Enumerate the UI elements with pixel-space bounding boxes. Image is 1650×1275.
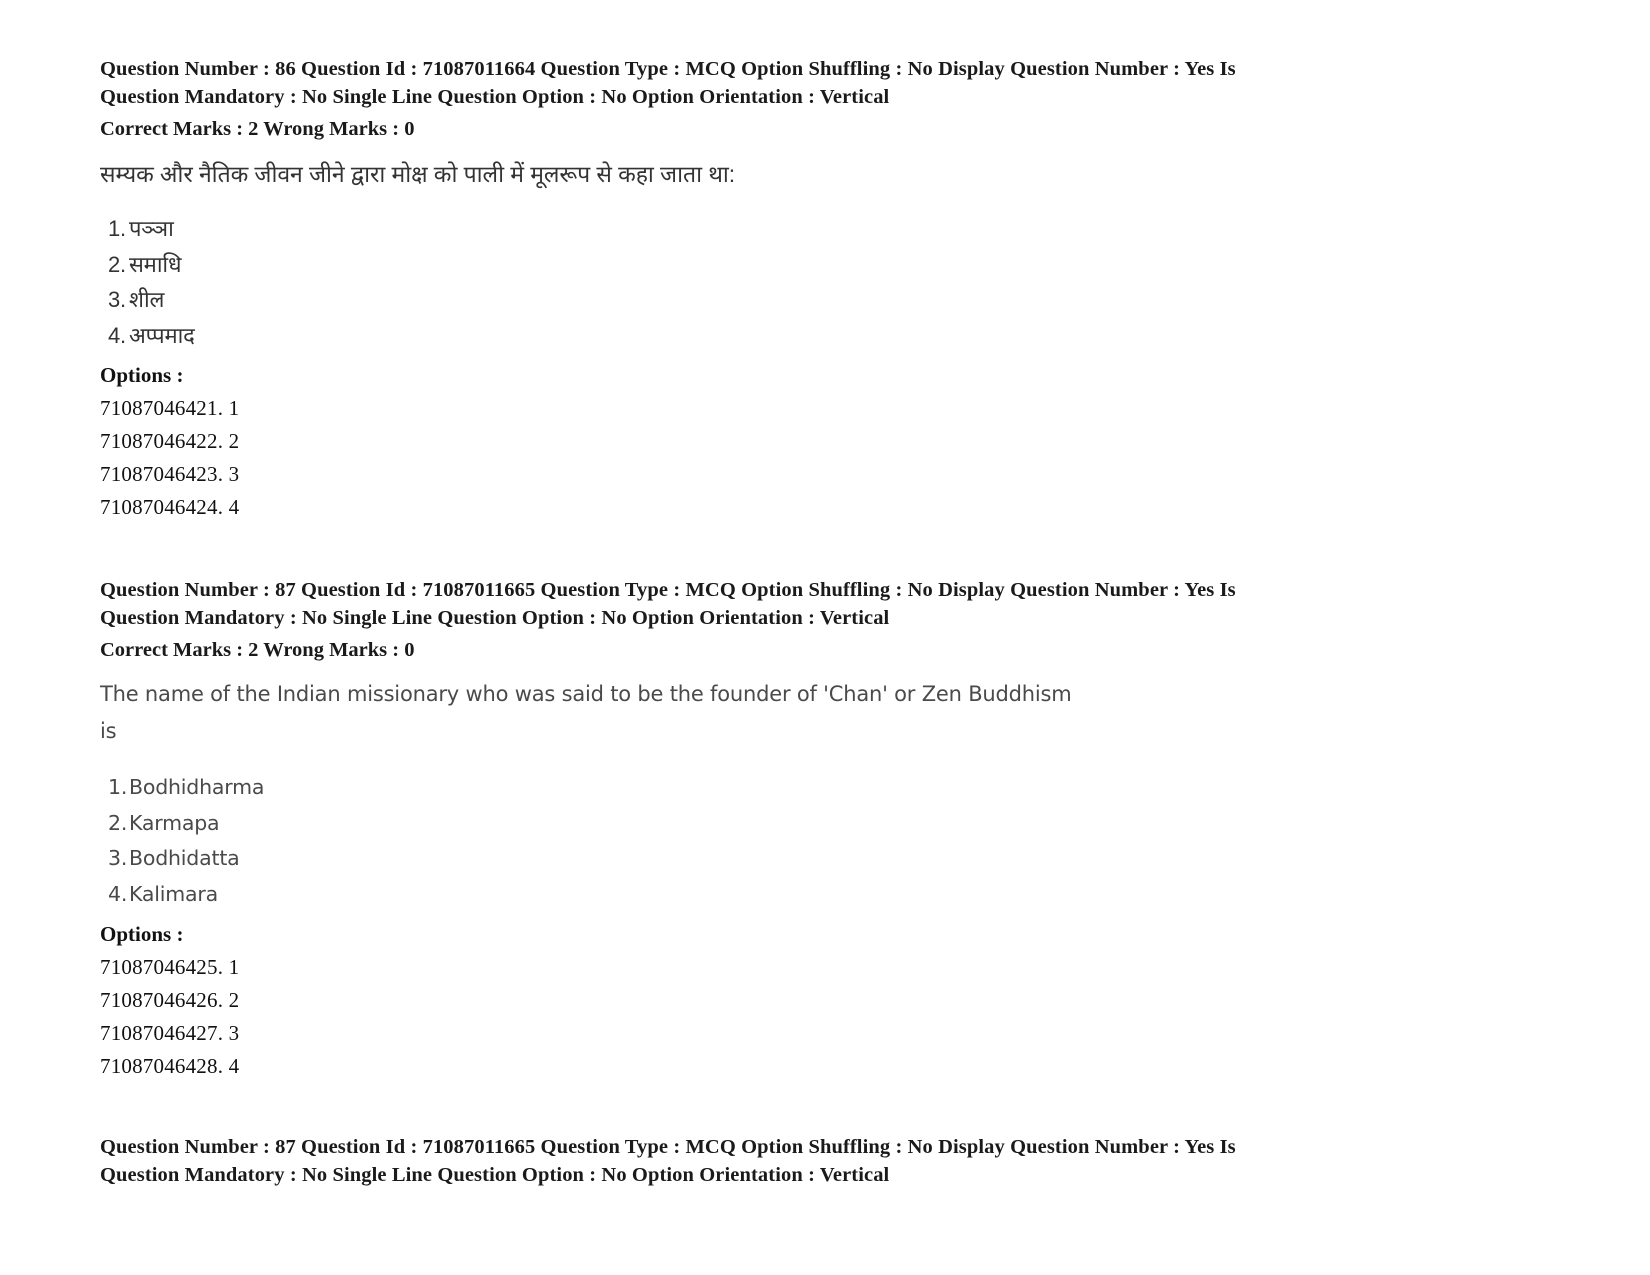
- option-id-row: 71087046427. 3: [100, 1021, 240, 1045]
- question-metadata-line-2: Question Mandatory : No Single Line Ques…: [100, 607, 890, 629]
- choice-label: अप्पमाद: [129, 322, 195, 348]
- document-page: Question Number : 86 Question Id : 71087…: [0, 0, 1650, 1275]
- footer-metadata-line-1: Question Number : 87 Question Id : 71087…: [100, 1136, 1236, 1158]
- question-text-line: सम्यक और नैतिक जीवन जीने द्वारा मोक्ष को…: [100, 161, 736, 187]
- choice-label: Karmapa: [129, 810, 220, 835]
- choice-item[interactable]: 1.Bodhidharma: [100, 770, 1550, 806]
- option-id-row: 71087046423. 3: [100, 462, 240, 486]
- choice-item[interactable]: 4.Kalimara: [100, 877, 1550, 913]
- choice-number: 2.: [108, 810, 128, 835]
- choice-item[interactable]: 4. अप्पमाद: [100, 318, 1550, 354]
- choice-label: समाधि: [129, 251, 182, 277]
- choice-item[interactable]: 2. समाधि: [100, 247, 1550, 283]
- choice-number: 3.: [108, 846, 128, 870]
- choice-list-87: 1.Bodhidharma 2.Karmapa 3.Bodhidatta 4.K…: [100, 770, 1550, 912]
- option-id-row: 71087046422. 2: [100, 429, 240, 453]
- choice-number: 4.: [108, 322, 126, 348]
- option-id-row: 71087046421. 1: [100, 396, 240, 420]
- option-id-list-87: 71087046425. 1 71087046426. 2 7108704642…: [100, 951, 1550, 1083]
- question-metadata-86: Question Number : 86 Question Id : 71087…: [100, 55, 1420, 111]
- question-separator: [100, 524, 1550, 576]
- option-id-list-86: 71087046421. 1 71087046422. 2 7108704642…: [100, 392, 1550, 524]
- option-id-row: 71087046426. 2: [100, 988, 240, 1012]
- choice-label: Kalimara: [129, 881, 218, 906]
- option-id-row: 71087046424. 4: [100, 495, 240, 519]
- option-id-row: 71087046428. 4: [100, 1054, 240, 1078]
- choice-label: पञ्ञा: [129, 216, 174, 241]
- footer-separator: [100, 1083, 1550, 1133]
- choice-number: 2.: [108, 251, 126, 277]
- choice-label: Bodhidharma: [129, 775, 265, 799]
- footer-question-metadata: Question Number : 87 Question Id : 71087…: [100, 1133, 1420, 1189]
- question-metadata-87: Question Number : 87 Question Id : 71087…: [100, 576, 1420, 632]
- question-block-87: Question Number : 87 Question Id : 71087…: [100, 576, 1550, 1083]
- marks-line-87: Correct Marks : 2 Wrong Marks : 0: [100, 639, 415, 661]
- choice-item[interactable]: 3. शील: [100, 282, 1550, 318]
- question-metadata-line-1: Question Number : 87 Question Id : 71087…: [100, 579, 1236, 601]
- question-metadata-line-1: Question Number : 86 Question Id : 71087…: [100, 58, 1236, 80]
- choice-number: 1.: [108, 216, 126, 241]
- choice-number: 1.: [108, 775, 128, 799]
- question-text-87: The name of the Indian missionary who wa…: [100, 676, 1550, 750]
- choice-label: शील: [129, 287, 165, 312]
- choice-item[interactable]: 1. पञ्ञा: [100, 211, 1550, 247]
- choice-list-86: 1. पञ्ञा 2. समाधि 3. शील 4. अप्पमाद: [100, 211, 1550, 353]
- option-id-row: 71087046425. 1: [100, 955, 240, 979]
- choice-number: 4.: [108, 881, 128, 906]
- marks-line-86: Correct Marks : 2 Wrong Marks : 0: [100, 118, 415, 140]
- choice-label: Bodhidatta: [129, 846, 240, 870]
- choice-item[interactable]: 2.Karmapa: [100, 806, 1550, 842]
- choice-item[interactable]: 3.Bodhidatta: [100, 841, 1550, 877]
- options-label-87: Options :: [100, 922, 184, 946]
- options-label-86: Options :: [100, 363, 184, 387]
- footer-metadata-line-2: Question Mandatory : No Single Line Ques…: [100, 1164, 890, 1186]
- question-text-line: The name of the Indian missionary who wa…: [100, 682, 1072, 706]
- question-block-86: Question Number : 86 Question Id : 71087…: [100, 55, 1550, 524]
- question-text-line: is: [100, 719, 117, 743]
- question-metadata-line-2: Question Mandatory : No Single Line Ques…: [100, 86, 890, 108]
- choice-number: 3.: [108, 287, 126, 312]
- question-text-86: सम्यक और नैतिक जीवन जीने द्वारा मोक्ष को…: [100, 157, 1550, 191]
- footer-metadata-block: Question Number : 87 Question Id : 71087…: [100, 1133, 1550, 1189]
